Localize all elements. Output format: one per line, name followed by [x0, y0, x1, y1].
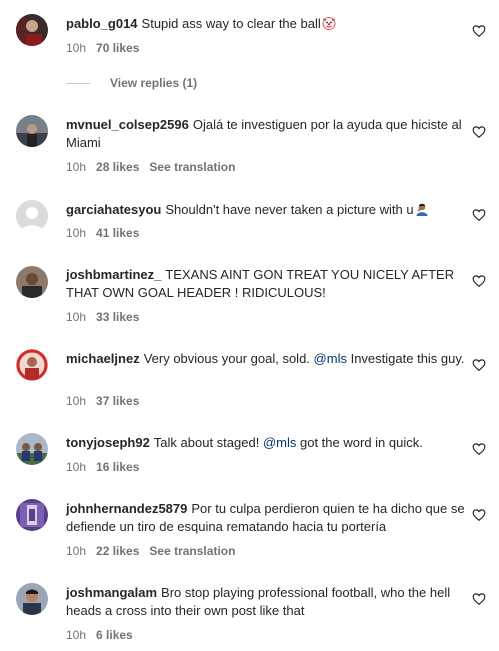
comment-likes[interactable]: 6 likes: [96, 628, 133, 642]
comment-body: joshmangalam Bro stop playing professiona…: [66, 584, 466, 620]
comment-username[interactable]: mvnuel_colsep2596: [66, 117, 189, 132]
comment-time[interactable]: 10h: [66, 628, 86, 642]
comment-item: joshbmartinez_ TEXANS AINT GON TREAT YOU …: [0, 250, 499, 334]
avatar[interactable]: [16, 433, 48, 465]
comment-text: Stupid ass way to clear the ball: [141, 16, 321, 31]
comment-time[interactable]: 10h: [66, 41, 86, 55]
comment-likes[interactable]: 37 likes: [96, 394, 139, 408]
comment-username[interactable]: joshmangalam: [66, 585, 157, 600]
heart-outline-icon[interactable]: [472, 592, 486, 606]
heart-outline-icon[interactable]: [472, 508, 486, 522]
avatar[interactable]: [16, 115, 48, 147]
comment-username[interactable]: garciahatesyou: [66, 202, 161, 217]
comment-item: michaeljnez Very obvious your goal, sold.…: [0, 334, 499, 418]
heart-outline-icon[interactable]: [472, 358, 486, 372]
reply-divider: [66, 82, 90, 84]
comment-text: Investigate this guy.: [350, 351, 465, 366]
comment-text: got the word in quick.: [300, 435, 423, 450]
comment-username[interactable]: michaeljnez: [66, 351, 140, 366]
comment-body: tonyjoseph92 Talk about staged! @mls got …: [66, 434, 466, 452]
heart-outline-icon[interactable]: [472, 442, 486, 456]
comment-time[interactable]: 10h: [66, 226, 86, 240]
comment-time[interactable]: 10h: [66, 394, 86, 408]
comment-item: joshmangalam Bro stop playing professiona…: [0, 568, 499, 651]
comment-text: Very obvious your goal, sold.: [143, 351, 310, 366]
comment-username[interactable]: joshbmartinez_: [66, 267, 161, 282]
view-replies-label: View replies (1): [110, 76, 198, 90]
comment-body: joshbmartinez_ TEXANS AINT GON TREAT YOU …: [66, 266, 466, 302]
mention-link[interactable]: @mls: [263, 435, 296, 450]
avatar[interactable]: [16, 349, 48, 381]
avatar[interactable]: [16, 583, 48, 615]
comment-item: tonyjoseph92 Talk about staged! @mls got …: [0, 418, 499, 484]
avatar[interactable]: [16, 14, 48, 46]
comment-text: Shouldn't have never taken a picture wit…: [165, 202, 414, 217]
avatar[interactable]: [16, 266, 48, 298]
avatar[interactable]: [16, 200, 48, 232]
mention-link[interactable]: @mls: [314, 351, 347, 366]
comment-time[interactable]: 10h: [66, 310, 86, 324]
heart-outline-icon[interactable]: [472, 274, 486, 288]
comment-time[interactable]: 10h: [66, 544, 86, 558]
comment-meta: 10h 33 likes: [66, 310, 149, 324]
heart-outline-icon[interactable]: [472, 208, 486, 222]
comment-likes[interactable]: 22 likes: [96, 544, 139, 558]
comment-meta: 10h 28 likes See translation: [66, 160, 245, 174]
avatar[interactable]: [16, 499, 48, 531]
comment-body: pablo_g014 Stupid ass way to clear the ba…: [66, 15, 466, 33]
comment-likes[interactable]: 41 likes: [96, 226, 139, 240]
person-facepalming-emoji-icon: [416, 203, 428, 216]
comment-body: johnhernandez5879 Por tu culpa perdieron …: [66, 500, 466, 536]
comment-meta: 10h 16 likes: [66, 460, 149, 474]
comment-time[interactable]: 10h: [66, 460, 86, 474]
comment-likes[interactable]: 70 likes: [96, 41, 139, 55]
comment-body: michaeljnez Very obvious your goal, sold.…: [66, 350, 466, 368]
comment-username[interactable]: pablo_g014: [66, 16, 138, 31]
comment-meta: 10h 6 likes: [66, 628, 143, 642]
see-translation-button[interactable]: See translation: [149, 160, 235, 174]
heart-outline-icon[interactable]: [472, 125, 486, 139]
comment-item: johnhernandez5879 Por tu culpa perdieron …: [0, 484, 499, 568]
comment-username[interactable]: tonyjoseph92: [66, 435, 150, 450]
comment-meta: 10h 22 likes See translation: [66, 544, 245, 558]
comment-text: Talk about staged!: [153, 435, 260, 450]
comment-meta: 10h 41 likes: [66, 226, 149, 240]
comment-likes[interactable]: 33 likes: [96, 310, 139, 324]
comment-likes[interactable]: 16 likes: [96, 460, 139, 474]
comment-username[interactable]: johnhernandez5879: [66, 501, 187, 516]
comment-body: mvnuel_colsep2596 Ojalá te investiguen po…: [66, 116, 466, 152]
comment-time[interactable]: 10h: [66, 160, 86, 174]
heart-outline-icon[interactable]: [472, 24, 486, 38]
comment-item: mvnuel_colsep2596 Ojalá te investiguen po…: [0, 100, 499, 184]
comment-body: garciahatesyou Shouldn't have never taken…: [66, 201, 466, 219]
comment-meta: 10h 37 likes: [66, 394, 149, 408]
view-replies-button[interactable]: View replies (1): [66, 76, 197, 90]
clown-emoji-icon: [322, 17, 336, 30]
comment-item: pablo_g014 Stupid ass way to clear the ba…: [0, 0, 499, 100]
see-translation-button[interactable]: See translation: [149, 544, 235, 558]
comment-meta: 10h 70 likes: [66, 41, 149, 55]
comment-item: garciahatesyou Shouldn't have never taken…: [0, 184, 499, 250]
comment-likes[interactable]: 28 likes: [96, 160, 139, 174]
